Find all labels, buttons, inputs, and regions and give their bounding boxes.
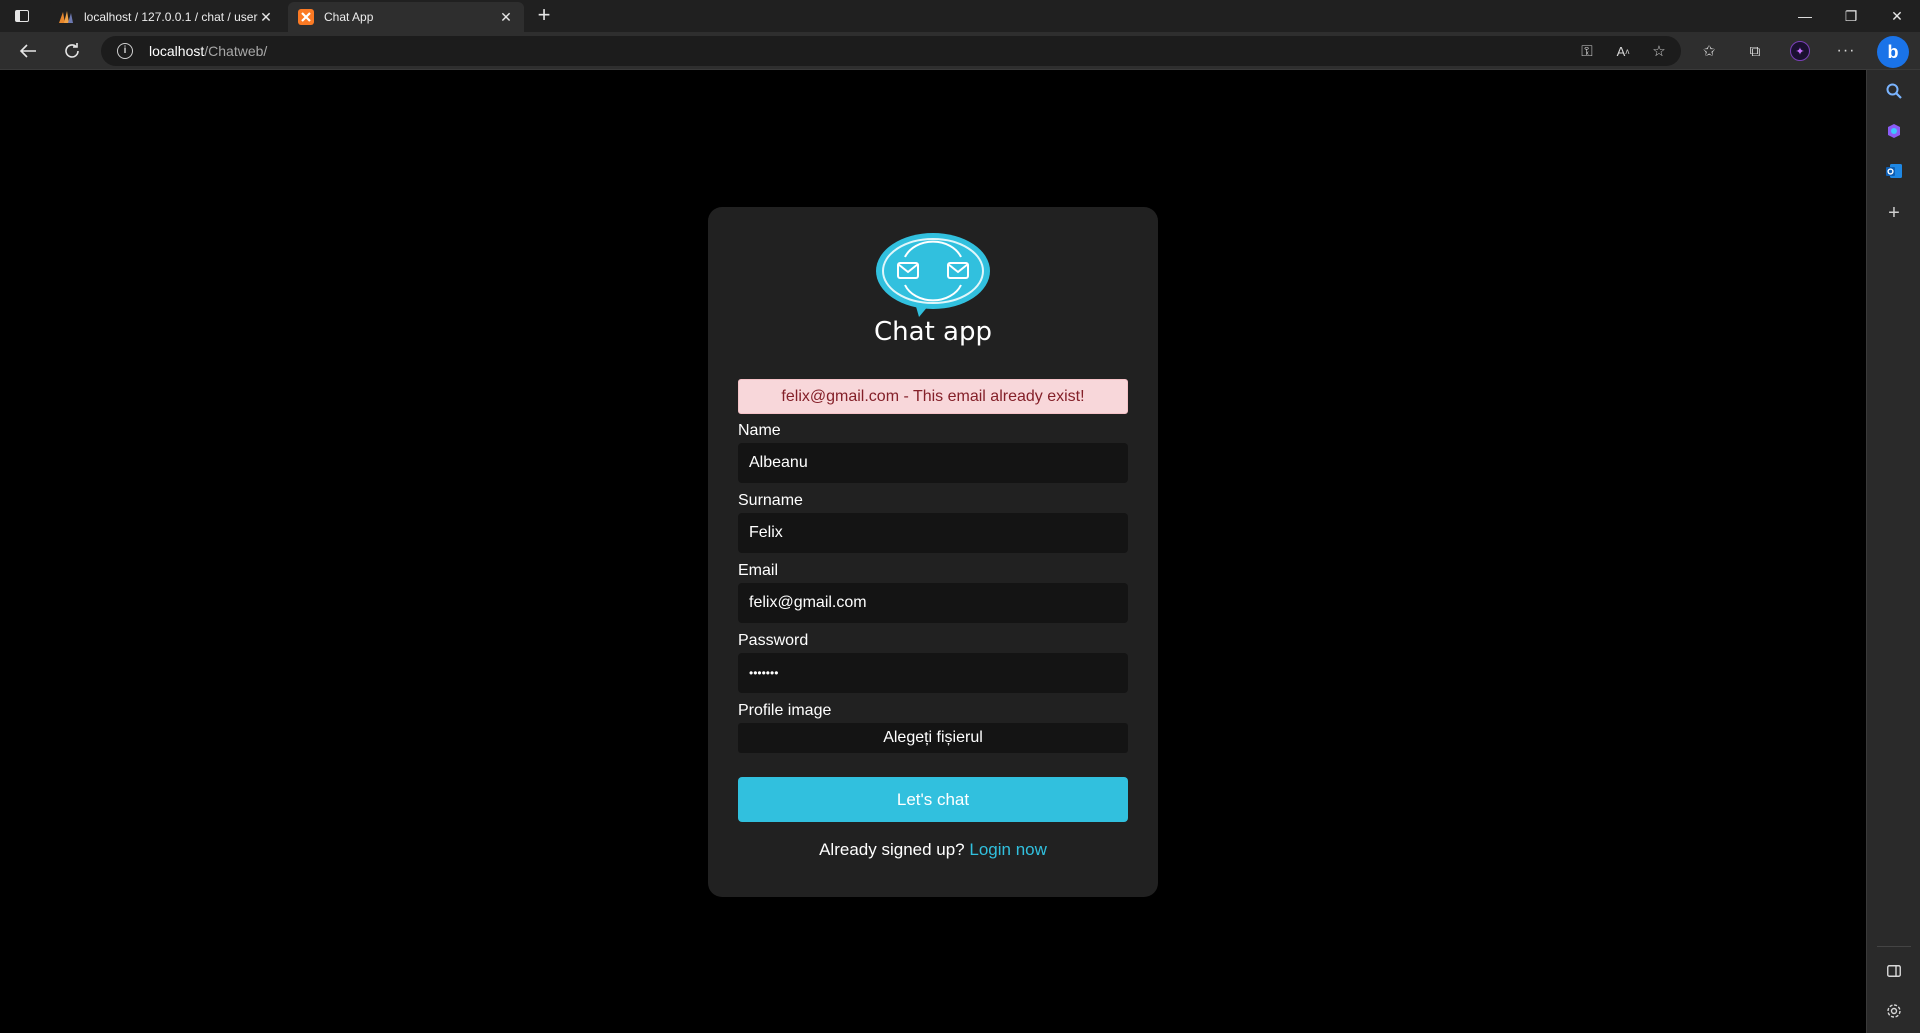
tab-actions-icon [15, 10, 29, 22]
url-host: localhost [149, 43, 205, 59]
add-favorite-icon[interactable]: ☆ [1648, 40, 1670, 62]
signup-text: Already signed up? [819, 840, 965, 859]
tab-strip: localhost / 127.0.0.1 / chat / users ✕ C… [0, 0, 1920, 32]
close-window-button[interactable]: ✕ [1874, 0, 1920, 32]
refresh-button[interactable] [58, 37, 86, 65]
profile-image-label: Profile image [738, 702, 832, 719]
back-arrow-icon [19, 44, 36, 58]
url-path: /Chatweb/ [204, 43, 268, 59]
tab-chat-app[interactable]: Chat App ✕ [288, 2, 524, 32]
profile-avatar[interactable]: ✦ [1789, 40, 1811, 62]
phpmyadmin-icon [58, 9, 74, 25]
tab-phpmyadmin[interactable]: localhost / 127.0.0.1 / chat / users ✕ [48, 2, 284, 32]
surname-input[interactable]: Felix [738, 513, 1128, 553]
surname-label: Surname [738, 492, 803, 509]
xampp-icon [298, 9, 314, 25]
choose-file-button[interactable]: Alegeți fișierul [738, 723, 1128, 753]
lets-chat-button[interactable]: Let's chat [738, 777, 1128, 822]
address-toolbar: i localhost/Chatweb/ ⚿ Aʌ ☆ ✩ ⧉ ✦ ··· [0, 32, 1920, 70]
address-bar[interactable]: i localhost/Chatweb/ [101, 36, 1681, 66]
hide-sidebar-icon[interactable] [1881, 958, 1907, 984]
browser-window: localhost / 127.0.0.1 / chat / users ✕ C… [0, 0, 1920, 1033]
password-key-icon[interactable]: ⚿ [1576, 40, 1598, 62]
copilot-icon[interactable] [1881, 118, 1907, 144]
back-button[interactable] [14, 37, 42, 65]
name-label: Name [738, 422, 781, 439]
password-input[interactable]: ••••••• [738, 653, 1128, 693]
favorites-icon[interactable]: ✩ [1698, 40, 1720, 62]
name-input[interactable]: Albeanu [738, 443, 1128, 483]
tab-title: localhost / 127.0.0.1 / chat / users [84, 10, 258, 24]
edge-sidebar: + [1866, 70, 1920, 1033]
outlook-icon[interactable] [1881, 158, 1907, 184]
bing-copilot-button[interactable]: b [1877, 36, 1909, 68]
url-text[interactable]: localhost/Chatweb/ [149, 43, 267, 59]
password-label: Password [738, 632, 809, 649]
page-content: Chat app felix@gmail.com - This email al… [0, 70, 1866, 1033]
email-label: Email [738, 562, 779, 579]
read-aloud-icon[interactable]: Aʌ [1612, 40, 1634, 62]
new-tab-button[interactable]: + [532, 4, 556, 28]
search-icon[interactable] [1881, 78, 1907, 104]
logo-text: Chat app [874, 317, 992, 347]
signup-card: Chat app felix@gmail.com - This email al… [708, 207, 1158, 897]
sidebar-divider [1877, 946, 1911, 947]
more-options-icon[interactable]: ··· [1835, 40, 1857, 62]
chat-logo-icon [876, 233, 990, 317]
minimize-button[interactable]: — [1782, 0, 1828, 32]
error-alert: felix@gmail.com - This email already exi… [738, 379, 1128, 414]
refresh-icon [65, 43, 79, 58]
close-tab-icon[interactable]: ✕ [498, 9, 514, 26]
sidebar-settings-icon[interactable] [1881, 998, 1907, 1024]
close-tab-icon[interactable]: ✕ [258, 9, 274, 26]
tab-title: Chat App [324, 10, 374, 24]
tab-actions-button[interactable] [12, 7, 32, 25]
restore-button[interactable]: ❐ [1828, 0, 1874, 32]
info-icon[interactable]: i [117, 43, 133, 59]
login-prompt: Already signed up? Login now [708, 840, 1158, 860]
add-sidebar-app-icon[interactable]: + [1881, 200, 1907, 226]
login-link[interactable]: Login now [969, 840, 1047, 859]
collections-icon[interactable]: ⧉ [1744, 40, 1766, 62]
email-input[interactable]: felix@gmail.com [738, 583, 1128, 623]
